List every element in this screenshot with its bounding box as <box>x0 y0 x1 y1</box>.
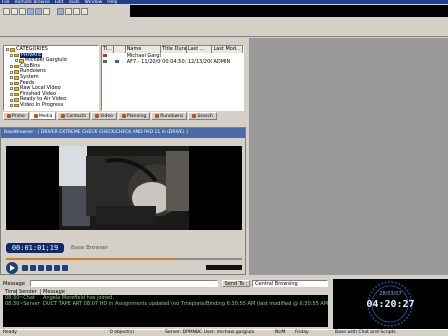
send-to-button[interactable]: Send To : <box>222 280 250 287</box>
table-row[interactable]: AF7 - 11/20/09... 00:04:50:26 12/13/2009… <box>102 59 243 65</box>
message-input[interactable] <box>30 280 218 287</box>
tab-media[interactable]: Media <box>29 112 57 120</box>
status-num: NUM <box>275 330 286 335</box>
column-header-type[interactable] <box>113 46 126 53</box>
player-controls <box>6 262 70 274</box>
base-browser-window: BaseBrowser - [ DRIVER EXTREME CHECK CHE… <box>0 127 246 275</box>
status-ready: Ready <box>3 330 17 335</box>
browser-title-bar: BaseBrowser - [ DRIVER EXTREME CHECK CHE… <box>1 128 245 138</box>
list-icon[interactable] <box>73 7 80 15</box>
status-bar: Ready 0 object(s) Server: DPMNBC User: m… <box>0 329 448 336</box>
grid-icon[interactable] <box>35 7 42 15</box>
clock-date: 28/03/07 <box>379 291 402 297</box>
send-target-select[interactable]: Central Browsing <box>252 280 328 287</box>
timecode-display: 00:01:01;19 <box>6 243 64 253</box>
video-frame <box>6 146 242 230</box>
player-label: Base Browser <box>71 245 109 251</box>
folder-icon <box>103 54 107 57</box>
chat-log: Time Sender Message 08:30 ~Chat Angela M… <box>3 289 328 327</box>
status-objects: 0 object(s) <box>110 330 135 335</box>
category-tree: CATEGORIES PRIVATE Michael Gargiulo Clip… <box>3 45 99 111</box>
tab-search[interactable]: Search <box>188 112 217 120</box>
audio-meter <box>206 265 242 270</box>
play-button[interactable] <box>6 262 18 274</box>
status-info: Base with Chat and Scripts <box>335 330 396 335</box>
column-header-name[interactable]: Name <box>125 46 162 53</box>
items-table: Ti... Name Title Duration Last ... Last … <box>101 45 244 111</box>
tab-rundowns[interactable]: Rundowns <box>151 112 188 120</box>
rewind-button[interactable] <box>38 265 44 271</box>
column-header-title[interactable]: Ti... <box>102 46 114 53</box>
save-icon[interactable] <box>19 7 26 15</box>
chat-panel: Message Send To : Central Browsing Time … <box>0 279 330 329</box>
message-label: Message <box>3 281 25 287</box>
video-image <box>59 146 189 230</box>
status-date: Friday <box>295 330 309 335</box>
tree-item-video-in-progress[interactable]: Video In Progress <box>6 102 96 109</box>
next-button[interactable] <box>54 265 60 271</box>
open-icon[interactable] <box>11 7 18 15</box>
column-header-last-modified[interactable]: Last Mod... <box>212 46 243 53</box>
new-icon[interactable] <box>3 7 10 15</box>
clock-panel: 28/03/07 04:20:27 <box>333 279 448 329</box>
top-black-bar <box>130 5 448 17</box>
secondary-toolbar <box>0 17 448 37</box>
forward-button[interactable] <box>46 265 52 271</box>
chat-row: 08:30 ~Server DUCT TAPE ART 08:07 HD in … <box>5 301 328 307</box>
status-server: Server: DPMNBC User: michael.gargiulo <box>165 330 255 335</box>
tab-planning[interactable]: Planning <box>117 112 151 120</box>
column-header-title-duration[interactable]: Title Duration <box>161 46 187 53</box>
progress-fill <box>6 258 176 260</box>
cursor-icon[interactable] <box>57 7 64 15</box>
clock-time: 04:20:27 <box>366 299 415 310</box>
clip-icon <box>114 60 119 63</box>
video-icon <box>103 60 107 63</box>
row-name: AF7 - 11/20/09... <box>126 59 161 65</box>
previous-button[interactable] <box>30 265 36 271</box>
progress-track[interactable] <box>6 258 242 260</box>
settings-icon[interactable] <box>81 7 88 15</box>
table-header: Ti... Name Title Duration Last ... Last … <box>102 46 243 53</box>
column-header-last[interactable]: Last ... <box>186 46 213 53</box>
stop-button[interactable] <box>22 265 28 271</box>
tab-contacts[interactable]: Contacts <box>57 112 91 120</box>
tab-prime[interactable]: Prime <box>3 112 29 120</box>
loop-button[interactable] <box>62 265 68 271</box>
tab-bar: Prime Media Contacts Video Planning Rund… <box>3 112 244 121</box>
tool-icon[interactable] <box>65 7 72 15</box>
tab-video[interactable]: Video <box>91 112 117 120</box>
right-workspace <box>249 38 448 275</box>
layout-icon[interactable] <box>27 7 34 15</box>
refresh-icon[interactable] <box>43 7 50 15</box>
